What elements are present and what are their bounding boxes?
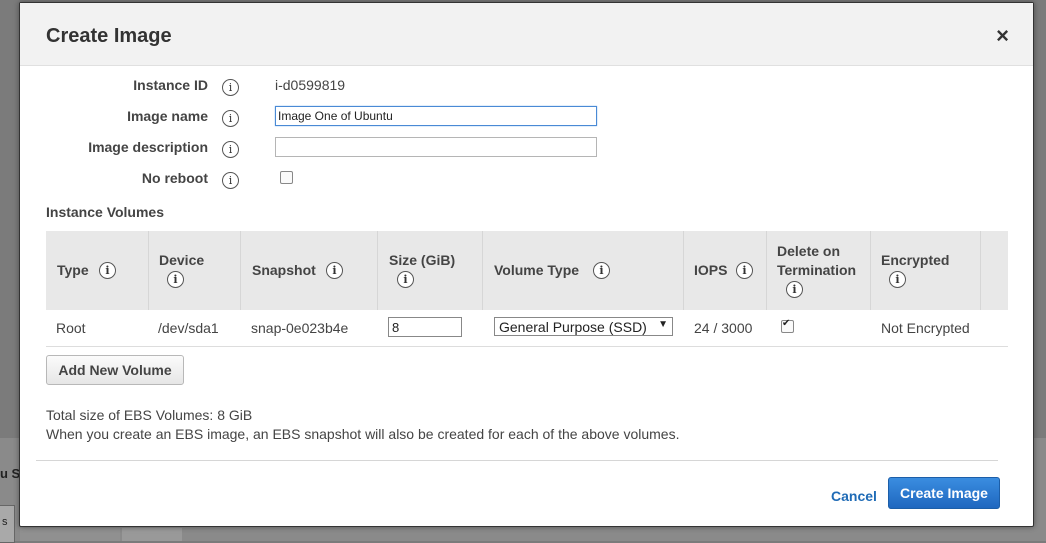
snapshot-note-text: When you create an EBS image, an EBS sna…	[46, 426, 680, 442]
delete-on-termination-checkbox[interactable]	[781, 318, 794, 333]
instance-id-value: i-d0599819	[275, 77, 346, 93]
background-footer-block-2	[122, 528, 182, 541]
row-encrypted: Not Encrypted	[881, 320, 970, 336]
image-description-label: Image description	[88, 139, 208, 155]
image-name-row: Image name i	[20, 106, 1020, 130]
cancel-button[interactable]: Cancel	[831, 488, 877, 504]
volume-size-input[interactable]	[388, 317, 462, 337]
column-header-iops-label: IOPS	[694, 262, 728, 278]
column-header-encrypted: Encrypted i	[871, 231, 981, 310]
image-name-label: Image name	[127, 108, 208, 124]
volume-type-select[interactable]: General Purpose (SSD) ▼	[494, 317, 673, 336]
column-header-volume-type: Volume Type i	[483, 231, 684, 310]
instance-id-row: Instance ID i i-d0599819	[20, 77, 1020, 101]
column-header-volume-type-label: Volume Type	[494, 262, 580, 278]
no-reboot-row: No reboot i	[20, 168, 1020, 192]
instance-id-label: Instance ID	[133, 77, 208, 93]
info-icon[interactable]: i	[326, 262, 343, 279]
info-icon[interactable]: i	[397, 271, 414, 288]
column-header-size: Size (GiB) i	[378, 231, 483, 310]
no-reboot-checkbox[interactable]	[280, 171, 293, 184]
dialog-header: Create Image ×	[20, 3, 1033, 66]
column-header-snapshot: Snapshot i	[241, 231, 378, 310]
chevron-down-icon: ▼	[658, 319, 668, 330]
add-new-volume-button[interactable]: Add New Volume	[46, 355, 184, 385]
total-size-text: Total size of EBS Volumes: 8 GiB	[46, 407, 253, 423]
dialog-title: Create Image	[46, 25, 172, 47]
column-header-delete-on-termination: Delete on Termination i	[767, 231, 871, 310]
info-icon[interactable]: i	[593, 262, 610, 279]
column-header-device-label: Device	[159, 252, 205, 268]
volume-type-selected: General Purpose (SSD)	[499, 319, 647, 335]
info-icon[interactable]: i	[736, 262, 753, 279]
info-icon[interactable]: i	[222, 141, 239, 158]
image-description-row: Image description i	[20, 137, 1020, 161]
column-header-delete-line2: Termination	[777, 262, 857, 278]
row-snapshot: snap-0e023b4e	[251, 320, 349, 336]
create-image-dialog: Create Image × Instance ID i i-d0599819 …	[19, 2, 1034, 527]
background-text: u S	[0, 466, 21, 481]
close-icon[interactable]: ×	[996, 25, 1009, 47]
table-row: Root /dev/sda1 snap-0e023b4e General Pur…	[46, 310, 1008, 347]
column-header-snapshot-label: Snapshot	[252, 262, 316, 278]
info-icon[interactable]: i	[99, 262, 116, 279]
background-tab: s	[0, 505, 15, 543]
column-header-type: Type i	[46, 231, 149, 310]
column-header-iops: IOPS i	[684, 231, 767, 310]
footer-divider	[36, 460, 998, 461]
info-icon[interactable]: i	[222, 110, 239, 127]
create-image-button[interactable]: Create Image	[888, 477, 1000, 509]
row-type: Root	[56, 320, 86, 336]
column-header-device: Device i	[149, 231, 241, 310]
info-icon[interactable]: i	[167, 271, 184, 288]
no-reboot-label: No reboot	[141, 170, 208, 186]
info-icon[interactable]: i	[222, 79, 239, 96]
volumes-table-header: Type i Device i Snapshot i Size (GiB) i …	[46, 231, 1008, 310]
info-icon[interactable]: i	[889, 271, 906, 288]
column-header-delete-line1: Delete on	[777, 243, 841, 259]
column-header-size-label: Size (GiB)	[389, 252, 456, 268]
info-icon[interactable]: i	[222, 172, 239, 189]
column-header-encrypted-label: Encrypted	[881, 252, 950, 268]
info-icon[interactable]: i	[786, 281, 803, 298]
image-name-input[interactable]	[275, 106, 597, 126]
instance-volumes-title: Instance Volumes	[46, 204, 165, 220]
image-description-input[interactable]	[275, 137, 597, 157]
background-tab-label: s	[2, 516, 8, 528]
row-device: /dev/sda1	[158, 320, 219, 336]
background-footer-block	[20, 528, 120, 541]
row-iops: 24 / 3000	[694, 320, 753, 336]
column-header-type-label: Type	[57, 262, 89, 278]
